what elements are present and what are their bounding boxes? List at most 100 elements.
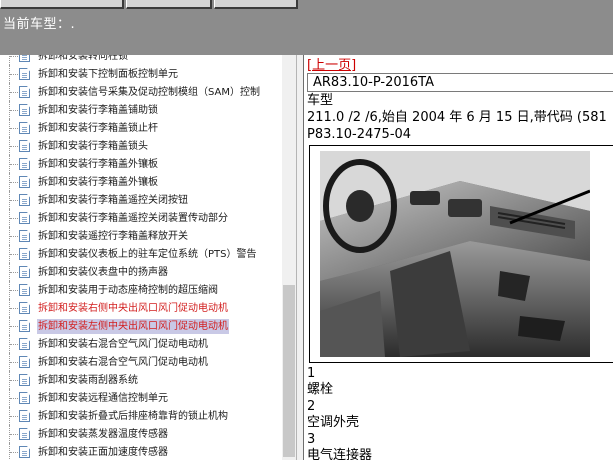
tree-item-label[interactable]: 拆卸和安装行李箱盖外镶板 [37, 175, 159, 190]
model-applicability: 211.0 /2 /6,始自 2004 年 6 月 15 日,带代码 (581 [307, 110, 607, 125]
tree-item[interactable]: 拆卸和安装远程通信控制单元 [0, 389, 282, 407]
tree-item-label[interactable]: 拆卸和安装转向柱锁 [37, 55, 129, 64]
previous-page-link[interactable]: [上一页] [307, 58, 356, 73]
tree-connector [10, 326, 18, 327]
tree-connector [10, 398, 18, 399]
tree-connector [10, 380, 18, 381]
tree-item-label[interactable]: 拆卸和安装正面加速度传感器 [37, 445, 169, 460]
tree-item[interactable]: 拆卸和安装行李箱盖锁头 [0, 137, 282, 155]
document-id-box: AR83.10-P-2016TA [307, 73, 613, 92]
tree-item[interactable]: 拆卸和安装行李箱盖外镶板 [0, 173, 282, 191]
tree-item[interactable]: 拆卸和安装折叠式后排座椅靠背的锁止机构 [0, 407, 282, 425]
tree-item-label[interactable]: 拆卸和安装雨刮器系统 [37, 373, 139, 388]
tree-connector [10, 110, 18, 111]
part-number: P83.10-2475-04 [307, 127, 412, 142]
tree-item-label[interactable]: 拆卸和安装远程通信控制单元 [37, 391, 169, 406]
document-icon [19, 284, 30, 296]
tree-item-label[interactable]: 拆卸和安装右混合空气风门促动电动机 [37, 355, 209, 370]
tree-item[interactable]: 拆卸和安装仪表盘中的扬声器 [0, 263, 282, 281]
document-icon [19, 176, 30, 188]
document-icon [19, 68, 30, 80]
tree-item-label[interactable]: 拆卸和安装仪表盘中的扬声器 [37, 265, 169, 280]
document-icon [19, 356, 30, 368]
document-icon [19, 104, 30, 116]
tree-item[interactable]: 拆卸和安装转向柱锁 [0, 55, 282, 65]
legend-label-2: 空调外壳 [307, 415, 360, 430]
tree-item[interactable]: 拆卸和安装遥控行李箱盖释放开关 [0, 227, 282, 245]
top-toolbar: 当前车型：. [0, 0, 613, 55]
toolbar-button[interactable] [0, 0, 124, 9]
legend-number-3: 3 [307, 432, 316, 447]
current-model-label: 当前车型：. [3, 17, 76, 32]
tree-item[interactable]: 拆卸和安装用于动态座椅控制的超压缩阀 [0, 281, 282, 299]
tree-item-label[interactable]: 拆卸和安装遥控行李箱盖释放开关 [37, 229, 189, 244]
tree-item[interactable]: 拆卸和安装右混合空气风门促动电动机 [0, 353, 282, 371]
tree-connector [10, 164, 18, 165]
document-icon [19, 158, 30, 170]
dashboard-figure [309, 145, 613, 363]
tree-connector [10, 56, 18, 57]
tree-item[interactable]: 拆卸和安装蒸发器温度传感器 [0, 425, 282, 443]
tree-item-label[interactable]: 拆卸和安装信号采集及促动控制模组（SAM）控制 [37, 85, 261, 100]
legend-number-1: 1 [307, 366, 316, 381]
tree-item-label[interactable]: 拆卸和安装蒸发器温度传感器 [37, 427, 169, 442]
tree-connector [10, 236, 18, 237]
tree-item[interactable]: 拆卸和安装行李箱盖铺助锁 [0, 101, 282, 119]
document-icon [19, 86, 30, 98]
tree-item-label[interactable]: 拆卸和安装仪表板上的驻车定位系统（PTS）警告 [37, 247, 258, 262]
model-heading: 车型 [307, 93, 334, 108]
tree-item-label[interactable]: 拆卸和安装折叠式后排座椅靠背的锁止机构 [37, 409, 229, 424]
tree-item-label[interactable]: 拆卸和安装行李箱盖遥控关闭装置传动部分 [37, 211, 229, 226]
tree-item-label[interactable]: 拆卸和安装左侧中央出风口风门促动电动机 [37, 319, 229, 334]
legend-number-2: 2 [307, 399, 316, 414]
dashboard-photo [320, 151, 590, 357]
tree-connector [10, 272, 18, 273]
document-icon [19, 230, 30, 242]
tree-item-label[interactable]: 拆卸和安装行李箱盖锁止杆 [37, 121, 159, 136]
document-icon [19, 410, 30, 422]
procedure-tree[interactable]: 拆卸和安装转向柱锁拆卸和安装下控制面板控制单元拆卸和安装信号采集及促动控制模组（… [0, 55, 282, 460]
tree-item-label[interactable]: 拆卸和安装行李箱盖铺助锁 [37, 103, 159, 118]
document-icon [19, 392, 30, 404]
tree-item[interactable]: 拆卸和安装右混合空气风门促动电动机 [0, 335, 282, 353]
legend-label-3: 电气连接器 [307, 448, 373, 460]
tree-item[interactable]: 拆卸和安装右侧中央出风口风门促动电动机 [0, 299, 282, 317]
tree-item[interactable]: 拆卸和安装左侧中央出风口风门促动电动机 [0, 317, 282, 335]
toolbar-button[interactable] [126, 0, 212, 9]
tree-item-label[interactable]: 拆卸和安装用于动态座椅控制的超压缩阀 [37, 283, 219, 298]
tree-item[interactable]: 拆卸和安装行李箱盖外镶板 [0, 155, 282, 173]
document-pane: [上一页] AR83.10-P-2016TA 车型 211.0 /2 /6,始自… [304, 55, 613, 460]
tree-item-label[interactable]: 拆卸和安装右混合空气风门促动电动机 [37, 337, 209, 352]
tree-item[interactable]: 拆卸和安装行李箱盖锁止杆 [0, 119, 282, 137]
tree-connector [10, 308, 18, 309]
document-icon [19, 320, 30, 332]
document-icon [19, 248, 30, 260]
scrollbar-thumb[interactable] [283, 285, 295, 457]
tree-item[interactable]: 拆卸和安装雨刮器系统 [0, 371, 282, 389]
tree-item-label[interactable]: 拆卸和安装右侧中央出风口风门促动电动机 [37, 301, 229, 316]
tree-scrollbar[interactable] [282, 55, 296, 460]
tree-item[interactable]: 拆卸和安装行李箱盖遥控关闭按钮 [0, 191, 282, 209]
tree-item[interactable]: 拆卸和安装行李箱盖遥控关闭装置传动部分 [0, 209, 282, 227]
tree-item-label[interactable]: 拆卸和安装行李箱盖锁头 [37, 139, 149, 154]
tree-item[interactable]: 拆卸和安装下控制面板控制单元 [0, 65, 282, 83]
tree-connector [10, 416, 18, 417]
document-icon [19, 338, 30, 350]
tree-item[interactable]: 拆卸和安装正面加速度传感器 [0, 443, 282, 460]
pane-splitter[interactable] [296, 55, 304, 460]
tree-connector [10, 218, 18, 219]
document-icon [19, 212, 30, 224]
tree-item-label[interactable]: 拆卸和安装行李箱盖遥控关闭按钮 [37, 193, 189, 208]
tree-item[interactable]: 拆卸和安装信号采集及促动控制模组（SAM）控制 [0, 83, 282, 101]
tree-connector [10, 362, 18, 363]
toolbar-button[interactable] [214, 0, 298, 9]
tree-connector [10, 344, 18, 345]
document-icon [19, 266, 30, 278]
tree-item-label[interactable]: 拆卸和安装下控制面板控制单元 [37, 67, 179, 82]
tree-connector [10, 92, 18, 93]
tree-connector [10, 146, 18, 147]
document-icon [19, 302, 30, 314]
tree-item[interactable]: 拆卸和安装仪表板上的驻车定位系统（PTS）警告 [0, 245, 282, 263]
tree-item-label[interactable]: 拆卸和安装行李箱盖外镶板 [37, 157, 159, 172]
tree-connector [10, 290, 18, 291]
